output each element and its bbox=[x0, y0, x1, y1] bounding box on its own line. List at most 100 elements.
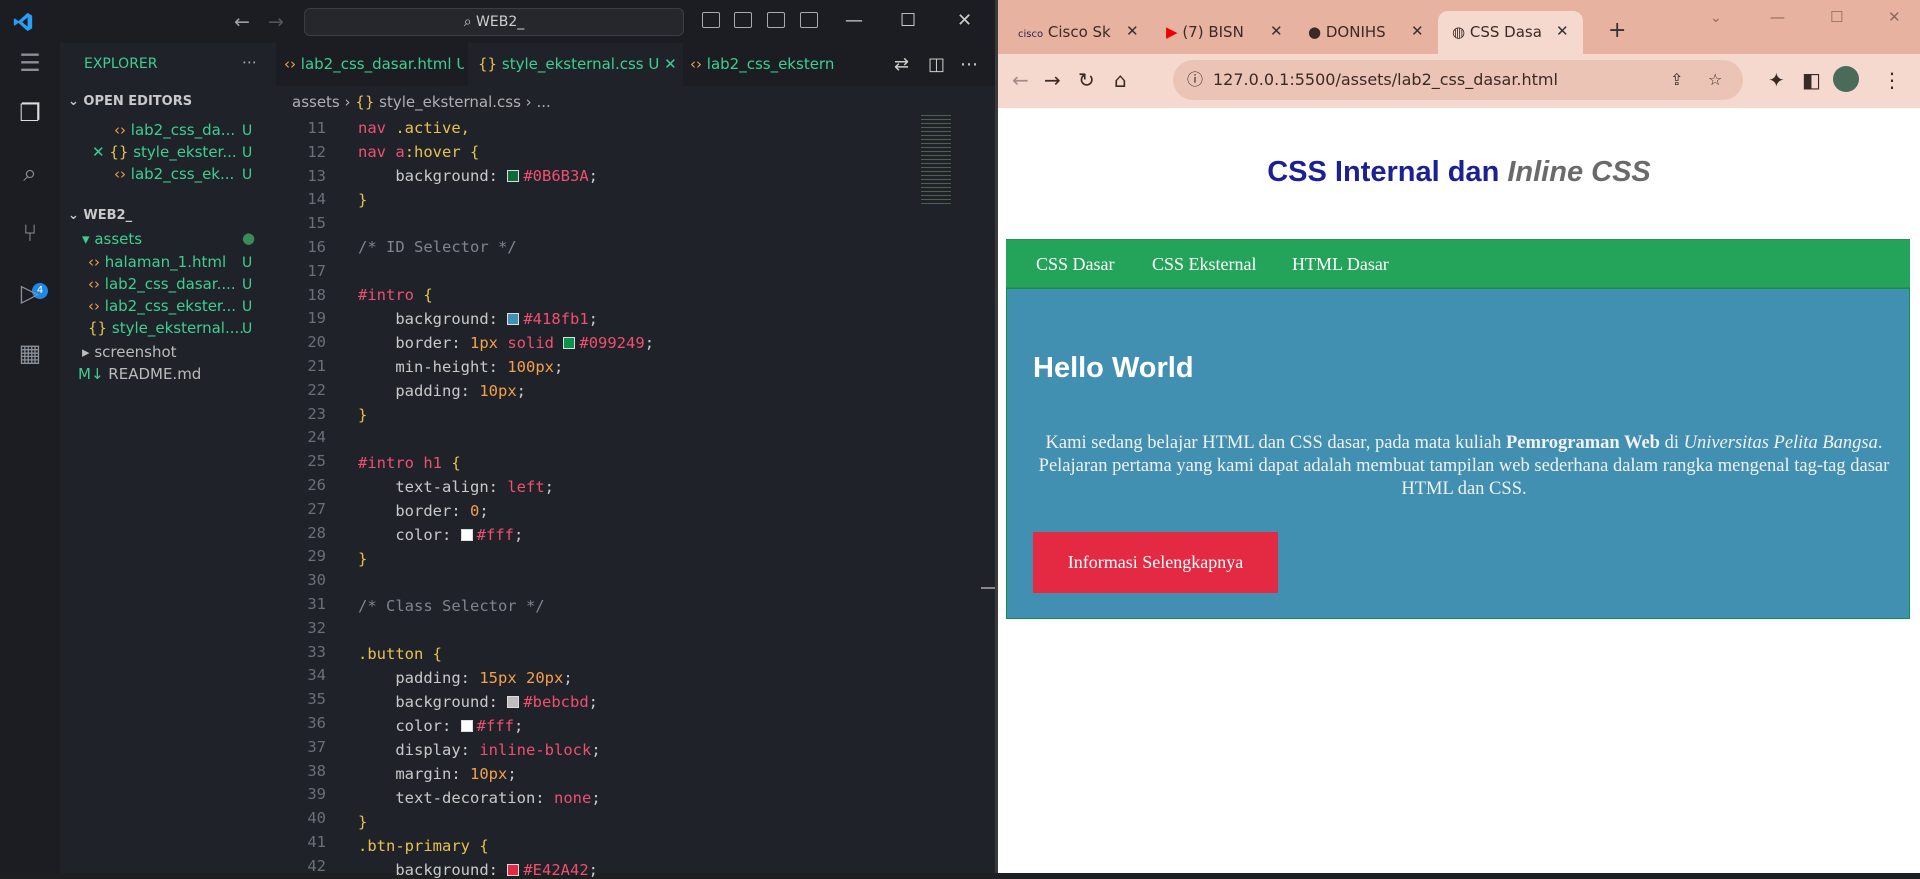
intro-paragraph: Kami sedang belajar HTML dan CSS dasar, … bbox=[1038, 433, 1890, 499]
color-swatch[interactable] bbox=[507, 170, 520, 182]
explorer-icon[interactable]: ❐ bbox=[15, 99, 45, 129]
modified-dot-icon: ● bbox=[242, 229, 256, 247]
search-icon[interactable]: ⌕ bbox=[15, 159, 45, 189]
folder-assets[interactable]: ▾ assets bbox=[82, 230, 142, 248]
workspace-header[interactable]: ⌄ WEB2_ bbox=[68, 208, 132, 223]
tab-lab2-css-eksternal[interactable]: ‹› lab2_css_ekstern bbox=[690, 43, 856, 86]
line-number: 35 bbox=[307, 690, 326, 709]
minimize-icon[interactable]: — bbox=[1770, 8, 1785, 26]
color-swatch[interactable] bbox=[507, 864, 520, 876]
open-editor-item[interactable]: ‹› lab2_css_ek... bbox=[114, 165, 234, 183]
toggle-sidebar-icon[interactable] bbox=[702, 12, 720, 28]
browser-tab[interactable]: ● DONIHS bbox=[1308, 11, 1418, 54]
back-icon[interactable]: ← bbox=[234, 11, 250, 33]
tab-close-icon[interactable]: ✕ bbox=[1270, 22, 1283, 40]
file-item[interactable]: ‹› lab2_css_dasar.... bbox=[88, 275, 236, 293]
scrollbar-marker[interactable] bbox=[981, 587, 995, 589]
html-icon: ‹› bbox=[284, 55, 296, 73]
nav-link-css-eksternal[interactable]: CSS Eksternal bbox=[1152, 254, 1257, 275]
file-item[interactable]: ‹› lab2_css_ekster... bbox=[88, 297, 236, 315]
menu-icon[interactable]: ☰ bbox=[15, 49, 45, 79]
extensions-icon[interactable]: ✦ bbox=[1768, 68, 1785, 92]
breadcrumb-file[interactable]: style_eksternal.css bbox=[379, 93, 521, 111]
vscode-titlebar: ← → ⌕ WEB2_ — ☐ ✕ bbox=[0, 0, 995, 43]
toggle-secondary-icon[interactable] bbox=[767, 12, 785, 28]
line-number: 26 bbox=[307, 476, 326, 494]
color-swatch[interactable] bbox=[563, 337, 576, 349]
avatar[interactable] bbox=[1833, 66, 1859, 92]
back-icon[interactable]: ← bbox=[1012, 68, 1029, 92]
code-comment: /* ID Selector */ bbox=[358, 238, 517, 256]
more-icon[interactable]: ⋯ bbox=[242, 53, 257, 71]
tab-close-icon[interactable]: ✕ bbox=[1411, 22, 1424, 40]
forward-icon[interactable]: → bbox=[268, 11, 284, 33]
share-icon[interactable]: ⇪ bbox=[1670, 60, 1683, 100]
info-button[interactable]: Informasi Selengkapnya bbox=[1033, 532, 1278, 593]
tab-close-icon[interactable]: ✕ bbox=[664, 55, 677, 73]
line-number: 32 bbox=[307, 618, 326, 637]
address-bar[interactable]: ⓘ 127.0.0.1:5500/assets/lab2_css_dasar.ht… bbox=[1173, 60, 1743, 100]
line-number: 22 bbox=[307, 380, 326, 399]
compare-icon[interactable]: ⇄ bbox=[894, 43, 909, 86]
reload-icon[interactable]: ↻ bbox=[1078, 68, 1095, 92]
close-icon[interactable]: ✕ bbox=[1888, 8, 1901, 26]
tab-close-icon[interactable]: ✕ bbox=[1556, 22, 1569, 40]
color-swatch[interactable] bbox=[507, 696, 520, 708]
code-line: background: #0B6B3A; bbox=[395, 167, 598, 185]
side-panel-icon[interactable]: ◧ bbox=[1802, 68, 1821, 92]
maximize-icon[interactable]: ☐ bbox=[1830, 8, 1843, 26]
workspace-label: WEB2_ bbox=[83, 208, 133, 223]
maximize-icon[interactable]: ☐ bbox=[900, 10, 916, 31]
line-number: 39 bbox=[307, 785, 326, 804]
split-editor-icon[interactable]: ◫ bbox=[928, 43, 945, 86]
open-editor-item[interactable]: ✕ {} style_ekster... bbox=[92, 143, 237, 161]
command-search[interactable]: ⌕ WEB2_ bbox=[304, 8, 684, 36]
line-number: 14 bbox=[307, 190, 326, 209]
forward-icon[interactable]: → bbox=[1044, 68, 1061, 92]
source-control-icon[interactable]: ⑂ bbox=[15, 219, 45, 249]
open-editor-item[interactable]: ‹› lab2_css_da... bbox=[114, 121, 235, 139]
extensions-icon[interactable]: ▦ bbox=[15, 339, 45, 369]
breadcrumb-more[interactable]: ... bbox=[536, 93, 550, 111]
minimize-icon[interactable]: — bbox=[845, 10, 863, 31]
menu-icon[interactable]: ⋮ bbox=[1882, 68, 1902, 92]
code-line: background: #bebcbd; bbox=[395, 693, 598, 711]
code-line: color: #fff; bbox=[395, 526, 524, 544]
breadcrumb-folder[interactable]: assets bbox=[292, 93, 340, 111]
home-icon[interactable]: ⌂ bbox=[1114, 68, 1127, 92]
file-item[interactable]: {} style_eksternal.... bbox=[88, 319, 244, 337]
tab-lab2-css-dasar[interactable]: ‹› lab2_css_dasar.html U bbox=[284, 43, 464, 86]
tab-close-icon[interactable]: ✕ bbox=[1126, 22, 1139, 40]
editor-more-icon[interactable]: ⋯ bbox=[960, 43, 978, 86]
browser-tab[interactable]: ▶ (7) BISN bbox=[1166, 11, 1281, 54]
line-number: 40 bbox=[307, 809, 326, 828]
file-name: README.md bbox=[108, 365, 202, 383]
file-item[interactable]: ‹› halaman_1.html bbox=[88, 253, 226, 271]
folder-screenshot[interactable]: ▸ screenshot bbox=[82, 343, 177, 361]
bookmark-star-icon[interactable]: ☆ bbox=[1708, 60, 1722, 100]
tab-style-eksternal[interactable]: {} style_eksternal.css U ✕ bbox=[468, 43, 683, 86]
run-debug-icon[interactable]: ▷ bbox=[15, 279, 45, 309]
close-icon[interactable]: ✕ bbox=[957, 10, 972, 31]
open-editors-header[interactable]: ⌄ OPEN EDITORS bbox=[68, 94, 192, 109]
color-swatch[interactable] bbox=[460, 720, 473, 732]
file-name: style_eksternal.... bbox=[111, 319, 245, 337]
color-swatch[interactable] bbox=[507, 313, 520, 325]
minimap[interactable] bbox=[921, 115, 951, 205]
nav-link-html-dasar[interactable]: HTML Dasar bbox=[1292, 254, 1389, 275]
code-line: .btn-primary { bbox=[358, 837, 489, 855]
file-readme[interactable]: M↓ README.md bbox=[78, 365, 201, 383]
code-line: min-height: 100px; bbox=[395, 358, 564, 376]
nav-link-css-dasar[interactable]: CSS Dasar bbox=[1036, 254, 1115, 275]
explorer-title: EXPLORER bbox=[84, 56, 158, 72]
code-line: margin: 10px; bbox=[395, 765, 517, 783]
toggle-panel-icon[interactable] bbox=[734, 12, 752, 28]
page-title: CSS Internal dan Inline CSS bbox=[1267, 156, 1651, 188]
youtube-icon: ▶ bbox=[1166, 23, 1178, 41]
tab-search-icon[interactable]: ⌄ bbox=[1710, 10, 1722, 26]
color-swatch[interactable] bbox=[460, 529, 473, 541]
line-number: 23 bbox=[307, 404, 326, 423]
close-editor-icon[interactable]: ✕ bbox=[92, 143, 105, 161]
new-tab-icon[interactable]: + bbox=[1608, 18, 1626, 43]
layout-icon[interactable] bbox=[800, 12, 818, 28]
